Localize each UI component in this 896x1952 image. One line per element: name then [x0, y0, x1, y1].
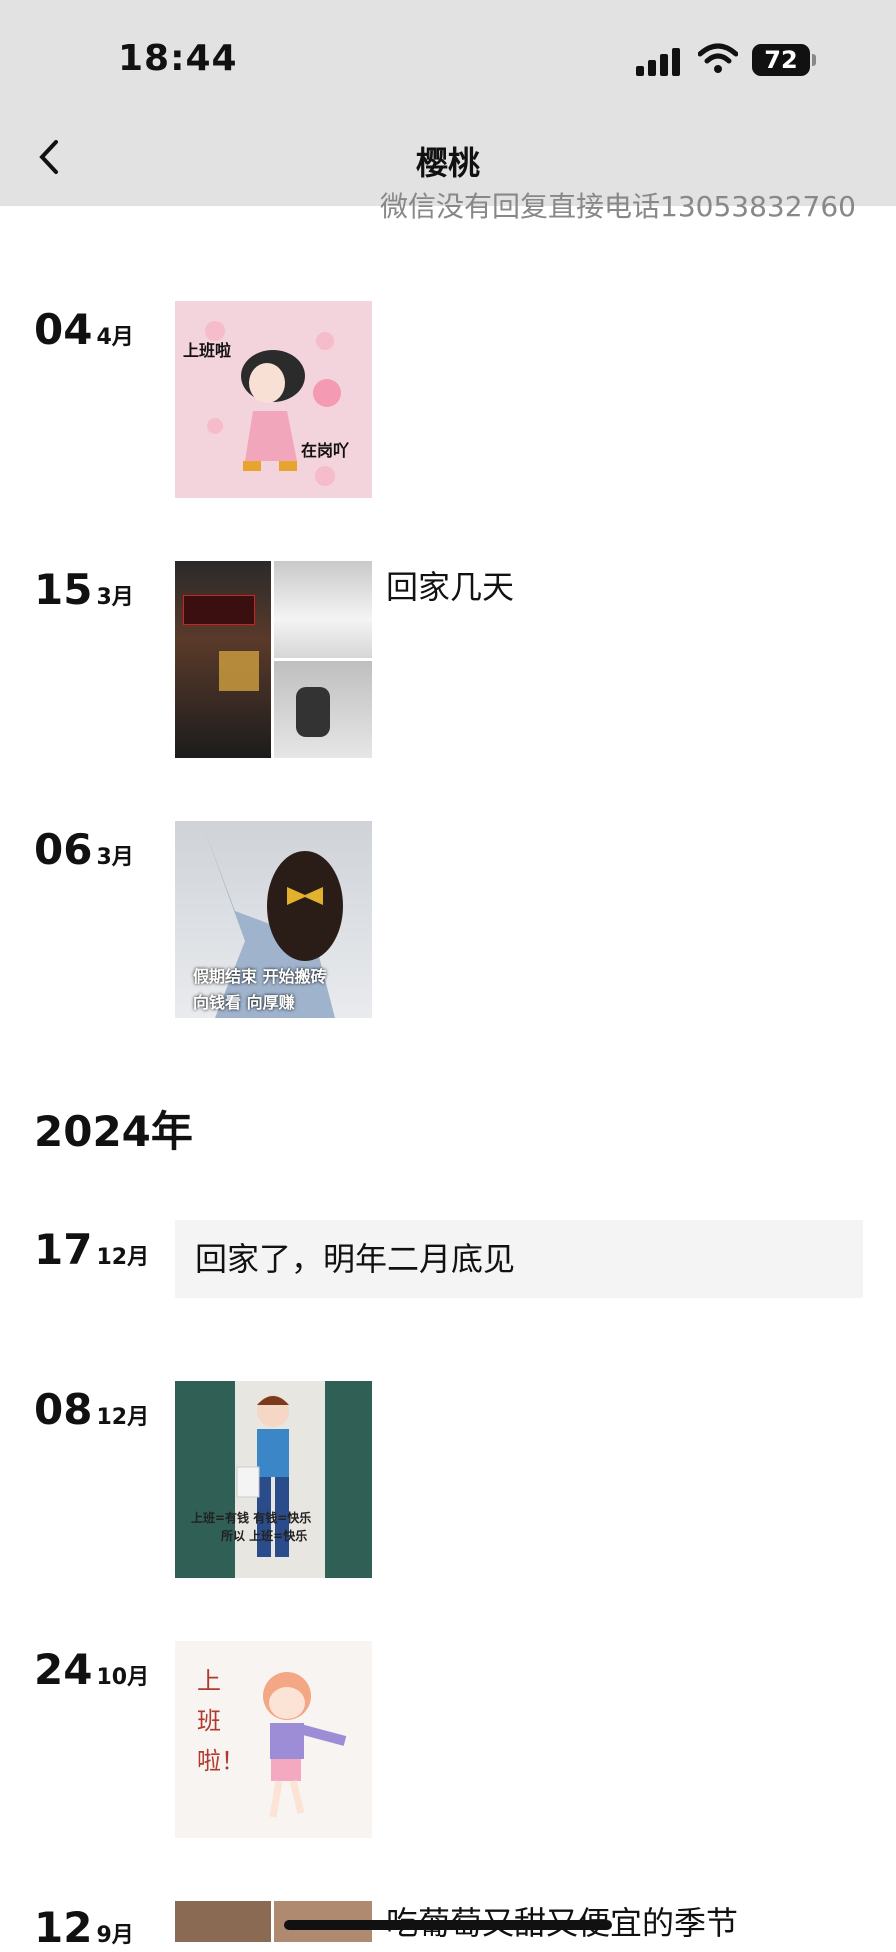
- entry-month: 4月: [96, 325, 134, 350]
- clipped-post-text: 微信没有回复直接电话13053832760: [380, 190, 856, 223]
- entry-day: 17: [34, 1225, 93, 1274]
- grape-photo: [175, 1901, 271, 1942]
- train-berth-photo: [274, 561, 372, 658]
- entry-day: 12: [34, 1903, 93, 1952]
- post-image-grid[interactable]: [175, 561, 372, 758]
- page-title: 樱桃: [415, 144, 480, 182]
- post-image[interactable]: 假期结束 开始搬砖 向钱看 向厚赚: [175, 821, 372, 1018]
- text-post-card[interactable]: 回家了，明年二月底见: [175, 1220, 863, 1298]
- post-image[interactable]: 上班啦！: [175, 1641, 372, 1838]
- post-image[interactable]: 上班啦 在岗吖: [175, 301, 372, 498]
- cartoon-woman-illustration: [236, 1395, 289, 1557]
- entry-day: 04: [34, 305, 93, 354]
- status-bar: 18:44 72: [0, 0, 896, 120]
- entry-date: 24 10月: [34, 1645, 149, 1694]
- status-time: 18:44: [118, 38, 238, 79]
- year-header: 2024年: [34, 1107, 193, 1156]
- signal-icon: [636, 44, 682, 76]
- entry-day: 08: [34, 1385, 93, 1434]
- entry-month: 9月: [96, 1923, 134, 1948]
- entry-date: 08 12月: [34, 1385, 149, 1434]
- entry-date: 06 3月: [34, 825, 134, 874]
- battery-icon: 72: [752, 44, 810, 76]
- entry-day: 24: [34, 1645, 93, 1694]
- entry-day: 15: [34, 565, 93, 614]
- image-caption: 假期结束 开始搬砖: [193, 967, 327, 986]
- entry-date: 12 9月: [34, 1903, 134, 1952]
- image-caption: 向钱看 向厚赚: [193, 993, 295, 1012]
- entry-date: 15 3月: [34, 565, 134, 614]
- entry-date: 04 4月: [34, 305, 134, 354]
- post-image[interactable]: 上班=有钱 有钱=快乐 所以 上班=快乐: [175, 1381, 372, 1578]
- entry-month: 12月: [96, 1405, 150, 1430]
- entry-month: 10月: [96, 1665, 150, 1690]
- wifi-icon: [698, 43, 738, 73]
- entry-month: 3月: [96, 585, 134, 610]
- home-indicator[interactable]: [284, 1920, 612, 1930]
- bag-photo: [274, 661, 372, 758]
- cartoon-girl-jumping-illustration: [263, 1672, 347, 1818]
- image-caption: 上班=有钱 有钱=快乐: [191, 1511, 312, 1525]
- entry-month: 3月: [96, 845, 134, 870]
- image-caption: 所以 上班=快乐: [221, 1529, 308, 1543]
- entry-day: 06: [34, 825, 93, 874]
- entry-month: 12月: [96, 1245, 150, 1270]
- battery-cap: [812, 54, 816, 66]
- entry-date: 17 12月: [34, 1225, 149, 1274]
- cartoon-girl-illustration: [205, 321, 341, 486]
- post-text[interactable]: 回家几天: [386, 562, 514, 608]
- station-photo: [175, 561, 271, 758]
